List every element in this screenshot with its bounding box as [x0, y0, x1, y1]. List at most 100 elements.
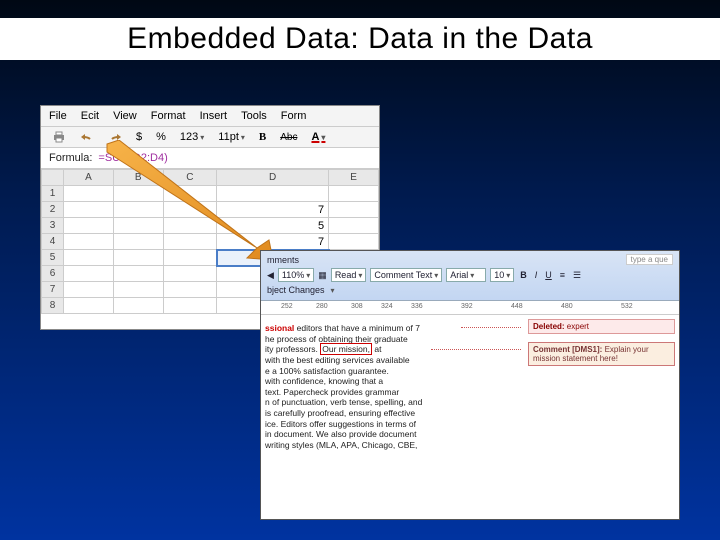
nav-prev-icon[interactable]: ◀: [267, 270, 274, 281]
table-row: 47: [42, 234, 379, 250]
cell[interactable]: [329, 218, 379, 234]
row-header-5[interactable]: 5: [42, 250, 64, 266]
strikethrough-button[interactable]: Abc: [277, 131, 300, 144]
doc-text: text. Papercheck provides grammar: [265, 387, 518, 398]
align-icon[interactable]: ≡: [558, 270, 567, 280]
text-color-button[interactable]: A: [308, 130, 328, 144]
ruler-tick: 252: [281, 303, 293, 310]
help-search-input[interactable]: type a que: [626, 254, 673, 265]
cell-d2[interactable]: 7: [217, 202, 329, 218]
row-header-1[interactable]: 1: [42, 186, 64, 202]
menu-file[interactable]: File: [49, 110, 67, 122]
cell[interactable]: [113, 234, 163, 250]
ruler-tick: 392: [461, 303, 473, 310]
zoom-dropdown[interactable]: 110%: [278, 268, 314, 282]
menu-insert[interactable]: Insert: [200, 110, 228, 122]
doc-text: ity professors.: [265, 344, 320, 354]
cell[interactable]: [163, 250, 216, 266]
cell[interactable]: [64, 250, 114, 266]
menu-form[interactable]: Form: [281, 110, 307, 122]
menu-view[interactable]: View: [113, 110, 137, 122]
track-changes-label[interactable]: bject Changes: [267, 285, 325, 295]
list-icon[interactable]: ☰: [571, 270, 583, 281]
view-icon[interactable]: ▦: [318, 270, 327, 281]
view-mode-dropdown[interactable]: Read: [331, 268, 367, 282]
menu-format[interactable]: Format: [151, 110, 186, 122]
formula-bar: Formula: =SUM(D2:D4): [41, 148, 379, 169]
row-header-4[interactable]: 4: [42, 234, 64, 250]
comment-balloon[interactable]: Comment [DMS1]: Explain your mission sta…: [528, 342, 675, 366]
cell[interactable]: [113, 250, 163, 266]
ruler[interactable]: 252 280 308 324 336 392 448 480 532: [261, 301, 679, 315]
cell[interactable]: [64, 186, 114, 202]
number-format-button[interactable]: 123: [177, 130, 207, 144]
cell[interactable]: [64, 282, 114, 298]
cell[interactable]: [163, 218, 216, 234]
cell[interactable]: [217, 186, 329, 202]
ribbon-row-3: bject Changes: [267, 285, 673, 295]
col-header-e[interactable]: E: [329, 170, 379, 186]
font-size-dropdown[interactable]: 10: [490, 268, 514, 282]
document-text-area[interactable]: ssional editors that have a minimum of 7…: [261, 315, 524, 520]
row-header-6[interactable]: 6: [42, 266, 64, 282]
col-header-c[interactable]: C: [163, 170, 216, 186]
cell[interactable]: [113, 266, 163, 282]
select-all-corner[interactable]: [42, 170, 64, 186]
slide-title: Embedded Data: Data in the Data: [0, 18, 720, 60]
col-header-d[interactable]: D: [217, 170, 329, 186]
row-header-7[interactable]: 7: [42, 282, 64, 298]
cell[interactable]: [64, 218, 114, 234]
cell[interactable]: [329, 202, 379, 218]
col-header-b[interactable]: B: [113, 170, 163, 186]
menu-tools[interactable]: Tools: [241, 110, 267, 122]
cell[interactable]: [64, 298, 114, 314]
currency-button[interactable]: $: [133, 130, 145, 144]
deleted-balloon[interactable]: Deleted: expert: [528, 319, 675, 334]
cell[interactable]: [163, 234, 216, 250]
cell[interactable]: [113, 218, 163, 234]
comment-anchor[interactable]: Our mission,: [320, 343, 372, 355]
print-icon[interactable]: [49, 130, 69, 144]
word-processor-window: mments type a que ◀ 110% ▦ Read Comment …: [260, 250, 680, 520]
cell[interactable]: [163, 298, 216, 314]
cell[interactable]: [113, 298, 163, 314]
cell[interactable]: [113, 186, 163, 202]
italic-button[interactable]: I: [533, 270, 540, 280]
cell[interactable]: [329, 186, 379, 202]
bold-button[interactable]: B: [518, 270, 529, 280]
cell[interactable]: [163, 282, 216, 298]
bold-button[interactable]: B: [256, 130, 269, 144]
row-header-3[interactable]: 3: [42, 218, 64, 234]
ruler-tick: 324: [381, 303, 393, 310]
formula-input[interactable]: =SUM(D2:D4): [98, 152, 371, 164]
cell[interactable]: [113, 202, 163, 218]
row-header-2[interactable]: 2: [42, 202, 64, 218]
font-dropdown[interactable]: Arial: [446, 268, 486, 282]
font-size-dropdown[interactable]: 11pt: [215, 130, 248, 144]
doc-text: at: [372, 344, 381, 354]
row-header-8[interactable]: 8: [42, 298, 64, 314]
percent-button[interactable]: %: [153, 130, 169, 144]
cell-d4[interactable]: 7: [217, 234, 329, 250]
cell[interactable]: [163, 186, 216, 202]
cell[interactable]: [163, 266, 216, 282]
track-changes-dropdown-icon[interactable]: [329, 285, 335, 295]
cell[interactable]: [64, 266, 114, 282]
ruler-tick: 308: [351, 303, 363, 310]
cell[interactable]: [329, 234, 379, 250]
cell-d3[interactable]: 5: [217, 218, 329, 234]
undo-icon[interactable]: [77, 131, 97, 143]
style-dropdown[interactable]: Comment Text: [370, 268, 442, 282]
doc-text: e a 100% satisfaction guarantee.: [265, 366, 518, 377]
cell[interactable]: [113, 282, 163, 298]
comments-tab-fragment[interactable]: mments: [267, 255, 299, 265]
ruler-tick: 448: [511, 303, 523, 310]
underline-button[interactable]: U: [543, 270, 554, 280]
cell[interactable]: [163, 202, 216, 218]
menu-edit[interactable]: Ecit: [81, 110, 99, 122]
col-header-a[interactable]: A: [64, 170, 114, 186]
cell[interactable]: [64, 202, 114, 218]
redo-icon[interactable]: [105, 131, 125, 143]
doc-text: with the best editing services available: [265, 355, 518, 366]
cell[interactable]: [64, 234, 114, 250]
